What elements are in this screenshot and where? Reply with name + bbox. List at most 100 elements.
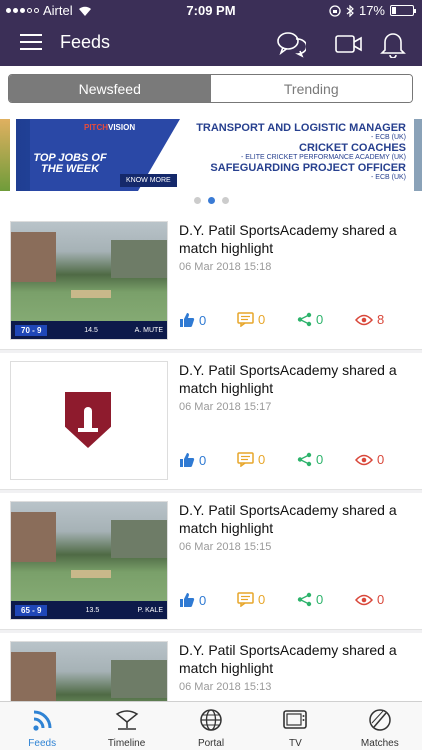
segmented-control: Newsfeed Trending — [8, 74, 413, 103]
batsman: A. MUTE — [134, 326, 163, 334]
like-count: 0 — [199, 452, 207, 468]
match-scene — [11, 642, 167, 701]
tab-label: Feeds — [28, 738, 57, 749]
battery-icon — [390, 5, 416, 16]
like-button[interactable]: 0 — [179, 312, 206, 328]
view-count: 0 — [377, 592, 385, 607]
view-count: 0 — [377, 452, 385, 467]
banner-jobs-list: TRANSPORT AND LOGISTIC MANAGER - ECB (UK… — [178, 122, 406, 181]
post-title[interactable]: D.Y. Patil SportsAcademy shared a match … — [179, 641, 411, 677]
share-button[interactable]: 0 — [297, 452, 323, 467]
page-dot[interactable] — [221, 197, 229, 204]
views-indicator: 0 — [355, 592, 384, 607]
tab-timeline[interactable]: Timeline — [84, 702, 168, 750]
score: 70 - 9 — [15, 324, 48, 336]
bluetooth-icon — [346, 4, 354, 17]
tab-portal[interactable]: Portal — [169, 702, 253, 750]
pitchvision-logo: PITCHVISION — [84, 123, 135, 132]
feed-card[interactable]: 65 - 9 13.5 P. KALE D.Y. Patil SportsAcadem… — [0, 493, 422, 630]
tab-matches[interactable]: Matches — [338, 702, 422, 750]
post-date: 06 Mar 2018 15:17 — [179, 401, 272, 413]
page-indicator — [0, 197, 422, 204]
post-thumbnail[interactable] — [10, 641, 168, 701]
page-dot[interactable] — [207, 197, 215, 204]
globe-icon — [200, 709, 222, 731]
job-org-2: - ELITE CRICKET PERFORMANCE ACADEMY (UK) — [240, 154, 406, 161]
post-title[interactable]: D.Y. Patil SportsAcademy shared a match … — [179, 501, 411, 537]
feed-list: 70 - 9 14.5 A. MUTE D.Y. Patil SportsAcadem… — [0, 213, 422, 701]
like-icon — [180, 593, 195, 608]
bottom-tab-bar: Feeds Timeline Portal TV Matches — [0, 701, 422, 750]
job-title-1: TRANSPORT AND LOGISTIC MANAGER — [196, 122, 406, 134]
tab-newsfeed[interactable]: Newsfeed — [9, 75, 211, 102]
batsman: P. KALE — [137, 606, 163, 614]
know-more-button[interactable]: KNOW MORE — [120, 174, 177, 187]
overs: 13.5 — [85, 606, 100, 614]
page-title: Feeds — [60, 32, 111, 52]
tab-feeds[interactable]: Feeds — [0, 702, 84, 750]
feed-card[interactable]: D.Y. Patil SportsAcademy shared a match … — [0, 353, 422, 490]
like-count: 0 — [199, 592, 207, 608]
video-icon[interactable] — [334, 30, 364, 58]
post-text: D.Y. Patil SportsAcademy shared a match … — [179, 501, 411, 553]
job-title-3: SAFEGUARDING PROJECT OFFICER — [210, 162, 406, 174]
scoreboard: 70 - 9 14.5 A. MUTE — [11, 321, 167, 339]
post-text: D.Y. Patil SportsAcademy shared a match … — [179, 361, 411, 413]
tab-tv[interactable]: TV — [253, 702, 337, 750]
views-indicator: 0 — [355, 452, 384, 467]
share-button[interactable]: 0 — [297, 312, 323, 327]
share-count: 0 — [316, 312, 324, 327]
like-icon — [180, 313, 195, 328]
timeline-icon — [115, 710, 138, 730]
share-count: 0 — [316, 592, 324, 607]
feed-card[interactable]: D.Y. Patil SportsAcademy shared a match … — [0, 633, 422, 701]
post-title[interactable]: D.Y. Patil SportsAcademy shared a match … — [179, 221, 411, 257]
bell-icon[interactable] — [380, 30, 410, 59]
post-date: 06 Mar 2018 15:15 — [179, 541, 272, 553]
tv-icon — [283, 710, 308, 729]
comment-icon — [237, 452, 254, 467]
eye-icon — [355, 314, 373, 325]
post-thumbnail[interactable] — [10, 361, 168, 480]
share-icon — [297, 592, 312, 607]
post-actions: 0 0 0 0 — [179, 592, 411, 610]
share-icon — [297, 312, 312, 327]
job-org-3: - ECB (UK) — [371, 174, 406, 181]
jobs-banner[interactable]: PITCHVISION TOP JOBS OF THE WEEK KNOW MO… — [16, 119, 407, 191]
post-thumbnail[interactable]: 65 - 9 13.5 P. KALE — [10, 501, 168, 620]
tab-label: TV — [289, 738, 302, 749]
banner-carousel: PITCHVISION TOP JOBS OF THE WEEK KNOW MO… — [0, 116, 422, 213]
comment-button[interactable]: 0 — [237, 452, 265, 467]
next-banner-peek[interactable] — [414, 119, 422, 191]
comment-button[interactable]: 0 — [237, 312, 265, 327]
eye-icon — [355, 454, 373, 465]
menu-icon[interactable] — [20, 34, 42, 52]
like-button[interactable]: 0 — [179, 592, 206, 608]
eye-icon — [355, 594, 373, 605]
job-title-2: CRICKET COACHES — [299, 142, 406, 154]
previous-banner-peek[interactable] — [0, 119, 10, 191]
top-bar: Airtel 7:09 PM 17% Feeds — [0, 0, 422, 66]
feeds-screen: Airtel 7:09 PM 17% Feeds Newsfeed Trendi… — [0, 0, 422, 750]
tab-label: Timeline — [107, 738, 146, 749]
post-thumbnail[interactable]: 70 - 9 14.5 A. MUTE — [10, 221, 168, 340]
comment-button[interactable]: 0 — [237, 592, 265, 607]
post-text: D.Y. Patil SportsAcademy shared a match … — [179, 641, 411, 693]
tab-trending[interactable]: Trending — [210, 75, 412, 102]
like-button[interactable]: 0 — [179, 452, 206, 468]
tab-label: Portal — [197, 738, 225, 749]
comment-icon — [237, 592, 254, 607]
comment-count: 0 — [258, 312, 266, 327]
ball-icon — [369, 709, 391, 731]
like-icon — [180, 453, 195, 468]
feed-card[interactable]: 70 - 9 14.5 A. MUTE D.Y. Patil SportsAcadem… — [0, 213, 422, 350]
views-indicator: 8 — [355, 312, 384, 327]
page-dot[interactable] — [193, 197, 201, 204]
post-title[interactable]: D.Y. Patil SportsAcademy shared a match … — [179, 361, 411, 397]
post-actions: 0 0 0 0 — [179, 452, 411, 470]
battery-percent: 17% — [358, 3, 385, 18]
banner-headline: TOP JOBS OF THE WEEK — [33, 152, 107, 175]
share-icon — [297, 452, 312, 467]
share-button[interactable]: 0 — [297, 592, 323, 607]
chat-icon[interactable] — [276, 30, 308, 58]
